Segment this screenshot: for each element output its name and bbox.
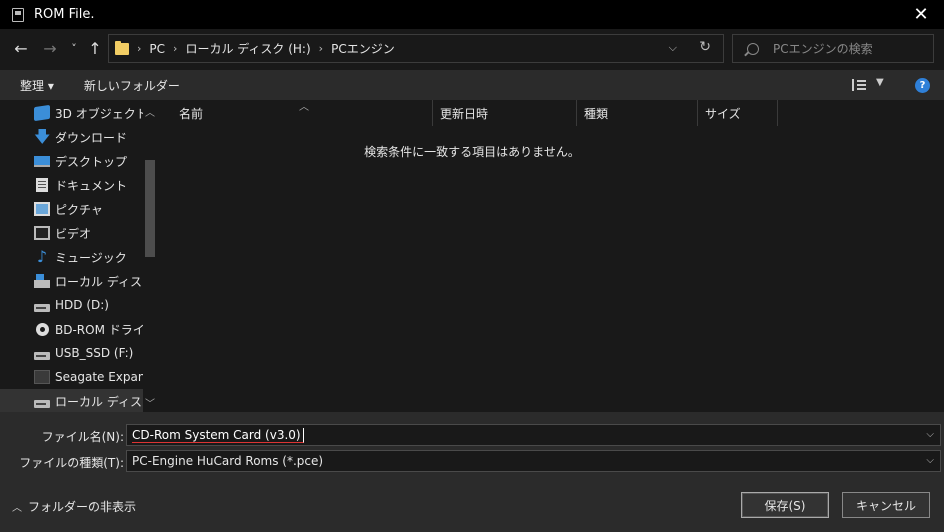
hide-folders-toggle[interactable]: ︿ フォルダーの非表示: [12, 498, 136, 515]
help-icon[interactable]: ?: [915, 78, 930, 93]
column-header-label: サイズ: [705, 106, 741, 121]
sidebar-item-desktop[interactable]: デスクトップ: [0, 149, 143, 173]
filename-input[interactable]: CD-Rom System Card (v3.0) ⌵: [126, 424, 941, 446]
sidebar-item-hdd-d[interactable]: HDD (D:): [0, 293, 143, 317]
filename-label: ファイル名(N):: [41, 430, 124, 444]
filetype-select[interactable]: PC-Engine HuCard Roms (*.pce) ⌵: [126, 450, 941, 472]
empty-folder-message: 検索条件に一致する項目はありません。: [364, 145, 580, 159]
sidebar-item-local-disk-c[interactable]: ローカル ディスク (C: [0, 269, 143, 293]
hide-folders-label: フォルダーの非表示: [28, 500, 137, 514]
file-list[interactable]: 名前 ︿ 更新日時 種類 サイズ 検索条件に一致する項目はありません。: [162, 100, 944, 412]
filetype-value: PC-Engine HuCard Roms (*.pce): [132, 454, 324, 468]
sidebar-item-label: ドキュメント: [55, 178, 128, 193]
cancel-button[interactable]: キャンセル: [842, 492, 930, 518]
sidebar-item-label: 3D オブジェクト: [55, 106, 143, 121]
desktop-icon: [34, 155, 50, 167]
scroll-up-icon[interactable]: ︿: [143, 104, 157, 119]
address-bar[interactable]: › PC › ローカル ディスク (H:) › PCエンジン ⌵ ↻: [108, 34, 724, 63]
sidebar-item-label: HDD (D:): [55, 298, 109, 312]
search-box[interactable]: PCエンジンの検索: [732, 34, 934, 63]
new-folder-button[interactable]: 新しいフォルダー: [84, 77, 180, 94]
drive-icon: [34, 352, 50, 360]
chevron-down-icon[interactable]: ⌵: [926, 455, 934, 466]
title-bar: ROM File. ✕: [0, 0, 944, 29]
sort-ascending-icon: ︿: [299, 102, 309, 113]
column-header-size[interactable]: サイズ: [699, 100, 778, 126]
drive-icon: [34, 400, 50, 408]
external-drive-icon: [34, 370, 50, 384]
chevron-down-icon[interactable]: ⌵: [926, 429, 934, 440]
breadcrumb-pc-engine[interactable]: PCエンジン: [331, 40, 395, 57]
column-header-type[interactable]: 種類: [578, 100, 698, 126]
sidebar-item-downloads[interactable]: 🡇 ダウンロード: [0, 125, 143, 149]
pictures-icon: [34, 202, 50, 216]
videos-icon: [34, 226, 50, 240]
organize-button[interactable]: 整理 ▾: [20, 77, 54, 94]
sidebar-item-label: ローカル ディスク (H: [55, 394, 143, 409]
back-button[interactable]: ←: [10, 38, 32, 60]
sidebar-item-local-disk-h[interactable]: ローカル ディスク (H: [0, 389, 143, 412]
forward-button[interactable]: →: [39, 38, 61, 60]
sidebar-item-label: ミュージック: [55, 250, 127, 265]
folder-icon: [115, 40, 129, 55]
filetype-label: ファイルの種類(T):: [19, 456, 124, 470]
sidebar-item-label: Seagate Expansi: [55, 370, 143, 384]
up-button[interactable]: ↑: [84, 38, 106, 60]
column-header-label: 名前: [179, 106, 204, 121]
navigation-bar: ← → ˅ ↑ › PC › ローカル ディスク (H:) › PCエンジン ⌵…: [0, 29, 944, 68]
sidebar-item-documents[interactable]: ドキュメント: [0, 173, 143, 197]
save-button[interactable]: 保存(S): [741, 492, 829, 518]
sidebar-item-label: デスクトップ: [55, 154, 128, 169]
music-icon: ♪: [36, 247, 48, 266]
column-header-modified[interactable]: 更新日時: [434, 100, 577, 126]
documents-icon: [36, 178, 48, 192]
breadcrumb-pc[interactable]: PC: [149, 42, 165, 56]
address-dropdown-icon[interactable]: ⌵: [669, 41, 677, 55]
sidebar-item-videos[interactable]: ビデオ: [0, 221, 143, 245]
sidebar-item-label: ピクチャ: [55, 202, 103, 217]
windows-drive-icon: [34, 274, 50, 288]
disc-drive-icon: [36, 322, 49, 336]
command-bar: 整理 ▾ 新しいフォルダー ▼ ?: [0, 70, 944, 100]
app-icon: [12, 7, 24, 22]
drive-icon: [34, 304, 50, 312]
column-header-name[interactable]: 名前 ︿: [162, 100, 433, 126]
sidebar-item-3d-objects[interactable]: 3D オブジェクト: [0, 101, 143, 125]
view-options-icon[interactable]: [852, 79, 866, 91]
navigation-pane: 3D オブジェクト 🡇 ダウンロード デスクトップ ドキュメント ピクチャ ビデ…: [0, 100, 160, 412]
sidebar-item-seagate-expansion[interactable]: Seagate Expansi: [0, 365, 143, 389]
chevron-right-icon: ›: [137, 42, 142, 55]
chevron-right-icon: ›: [318, 42, 324, 55]
sidebar-item-label: BD-ROM ドライブ: [55, 322, 143, 337]
3d-objects-icon: [34, 104, 50, 122]
breadcrumb-local-disk-h[interactable]: ローカル ディスク (H:): [185, 40, 310, 57]
window-title: ROM File.: [34, 7, 95, 22]
sidebar-item-label: USB_SSD (F:): [55, 346, 134, 360]
sidebar-item-usb-ssd-f[interactable]: USB_SSD (F:): [0, 341, 143, 365]
sidebar-item-bd-rom[interactable]: BD-ROM ドライブ: [0, 317, 143, 341]
chevron-up-icon: ︿: [12, 503, 22, 514]
sidebar-item-pictures[interactable]: ピクチャ: [0, 197, 143, 221]
sidebar-scrollbar[interactable]: ︿ ﹀: [143, 100, 157, 412]
refresh-icon[interactable]: ↻: [699, 39, 711, 55]
chevron-right-icon: ›: [173, 42, 178, 55]
scrollbar-thumb[interactable]: [145, 160, 155, 257]
sidebar-item-label: ダウンロード: [55, 130, 128, 145]
scroll-down-icon[interactable]: ﹀: [143, 395, 157, 410]
save-panel: ファイル名(N): CD-Rom System Card (v3.0) ⌵ ファ…: [0, 412, 944, 532]
column-header-label: 種類: [584, 106, 609, 121]
column-header-label: 更新日時: [440, 106, 489, 121]
recent-locations-button[interactable]: ˅: [63, 38, 85, 60]
close-button[interactable]: ✕: [898, 0, 944, 29]
search-placeholder: PCエンジンの検索: [773, 42, 873, 56]
sidebar-item-music[interactable]: ♪ ミュージック: [0, 245, 143, 269]
chevron-down-icon[interactable]: ▼: [876, 77, 884, 88]
sidebar-item-label: ビデオ: [55, 226, 92, 241]
sidebar-item-label: ローカル ディスク (C: [55, 274, 143, 289]
search-icon: [747, 42, 759, 55]
download-icon: 🡇: [34, 127, 51, 146]
filename-value: CD-Rom System Card (v3.0): [132, 428, 304, 443]
